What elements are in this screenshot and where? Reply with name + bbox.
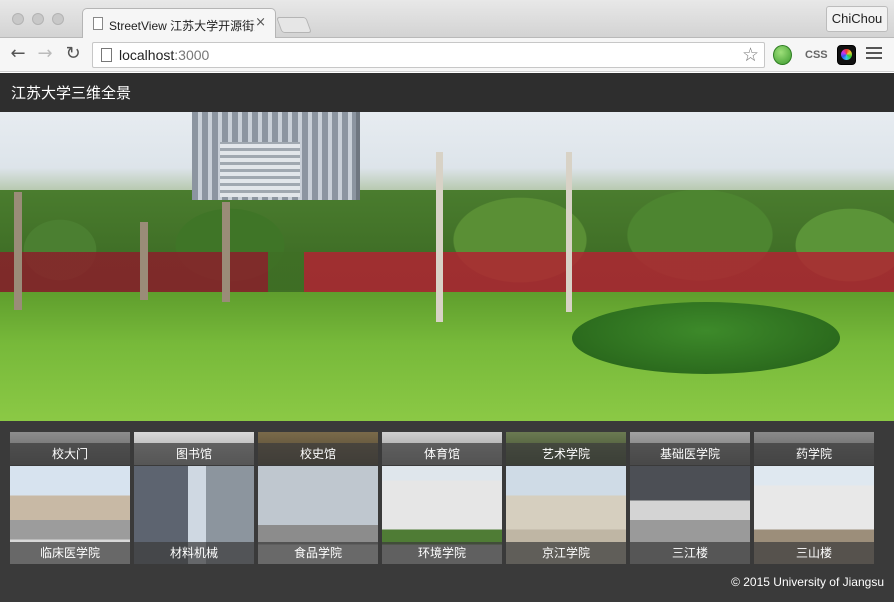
location-label: 环境学院 xyxy=(382,542,502,564)
location-label: 校大门 xyxy=(10,443,130,465)
location-label: 图书馆 xyxy=(134,443,254,465)
location-thumb[interactable]: 校大门 xyxy=(10,432,130,465)
location-thumb[interactable]: 体育馆 xyxy=(382,432,502,465)
page-favicon-icon xyxy=(93,17,103,30)
pano-tree-trunk xyxy=(436,152,443,322)
reload-icon[interactable]: ↻ xyxy=(62,43,84,65)
location-thumb[interactable]: 三江楼 xyxy=(630,466,750,564)
location-label: 京江学院 xyxy=(506,542,626,564)
back-arrow-icon[interactable]: ← xyxy=(7,43,29,65)
location-label: 基础医学院 xyxy=(630,443,750,465)
site-header: 江苏大学三维全景 xyxy=(0,73,894,112)
location-label: 体育馆 xyxy=(382,443,502,465)
pano-palm-trunk xyxy=(140,222,148,300)
pano-palm-trunk xyxy=(222,202,230,302)
url-port: :3000 xyxy=(174,47,210,63)
copyright-text: © 2015 University of Jiangsu xyxy=(731,575,884,589)
pano-flower-hedge xyxy=(0,252,894,292)
profile-button[interactable]: ChiChou xyxy=(826,6,888,32)
window-minimize-control[interactable] xyxy=(32,13,44,25)
location-thumb[interactable]: 食品学院 xyxy=(258,466,378,564)
pano-palm-trunk xyxy=(14,192,22,310)
location-thumb[interactable]: 基础医学院 xyxy=(630,432,750,465)
location-thumbnail-strip: 校大门 图书馆 校史馆 体育馆 艺术学院 基础医学院 药学院 临床医学院 材料机… xyxy=(0,421,894,572)
pano-building xyxy=(192,112,360,200)
location-thumb[interactable]: 图书馆 xyxy=(134,432,254,465)
site-title: 江苏大学三维全景 xyxy=(11,84,132,102)
location-thumb[interactable]: 材料机械 xyxy=(134,466,254,564)
url-text[interactable]: localhost:3000 xyxy=(119,47,209,63)
location-thumb[interactable]: 艺术学院 xyxy=(506,432,626,465)
bookmark-star-icon[interactable]: ☆ xyxy=(742,44,759,66)
panorama-viewer[interactable] xyxy=(0,112,894,421)
address-bar[interactable]: localhost:3000 ☆ xyxy=(92,42,765,68)
tab-close-icon[interactable]: × xyxy=(255,15,266,30)
location-label: 艺术学院 xyxy=(506,443,626,465)
pano-round-bush xyxy=(572,302,840,374)
page-icon xyxy=(101,48,112,62)
forward-arrow-icon[interactable]: → xyxy=(34,43,56,65)
tab-title: StreetView 江苏大学开源街景 xyxy=(109,19,255,33)
location-label: 药学院 xyxy=(754,443,874,465)
location-label: 临床医学院 xyxy=(10,542,130,564)
location-thumb[interactable]: 环境学院 xyxy=(382,466,502,564)
color-picker-extension-icon[interactable] xyxy=(837,45,856,65)
location-label: 校史馆 xyxy=(258,443,378,465)
url-host: localhost xyxy=(119,47,175,63)
location-thumb[interactable]: 临床医学院 xyxy=(10,466,130,564)
browser-menu-icon[interactable] xyxy=(866,47,882,61)
location-thumb[interactable]: 校史馆 xyxy=(258,432,378,465)
window-zoom-control[interactable] xyxy=(52,13,64,25)
browser-tab-bar: StreetView 江苏大学开源街景 × ChiChou xyxy=(0,0,894,38)
location-label: 三江楼 xyxy=(630,542,750,564)
location-label: 三山楼 xyxy=(754,542,874,564)
css-extension-icon[interactable]: CSS xyxy=(805,45,828,65)
site-footer: © 2015 University of Jiangsu xyxy=(0,572,894,602)
location-thumb[interactable]: 三山楼 xyxy=(754,466,874,564)
browser-tab-active[interactable]: StreetView 江苏大学开源街景 × xyxy=(82,8,276,38)
location-thumb[interactable]: 京江学院 xyxy=(506,466,626,564)
location-thumb[interactable]: 药学院 xyxy=(754,432,874,465)
location-label: 食品学院 xyxy=(258,542,378,564)
browser-toolbar: ← → ↻ localhost:3000 ☆ CSS xyxy=(0,38,894,72)
new-tab-button[interactable] xyxy=(276,17,312,33)
globe-extension-icon[interactable] xyxy=(773,45,792,65)
pano-tree-trunk xyxy=(566,152,572,312)
location-label: 材料机械 xyxy=(134,542,254,564)
window-close-control[interactable] xyxy=(12,13,24,25)
